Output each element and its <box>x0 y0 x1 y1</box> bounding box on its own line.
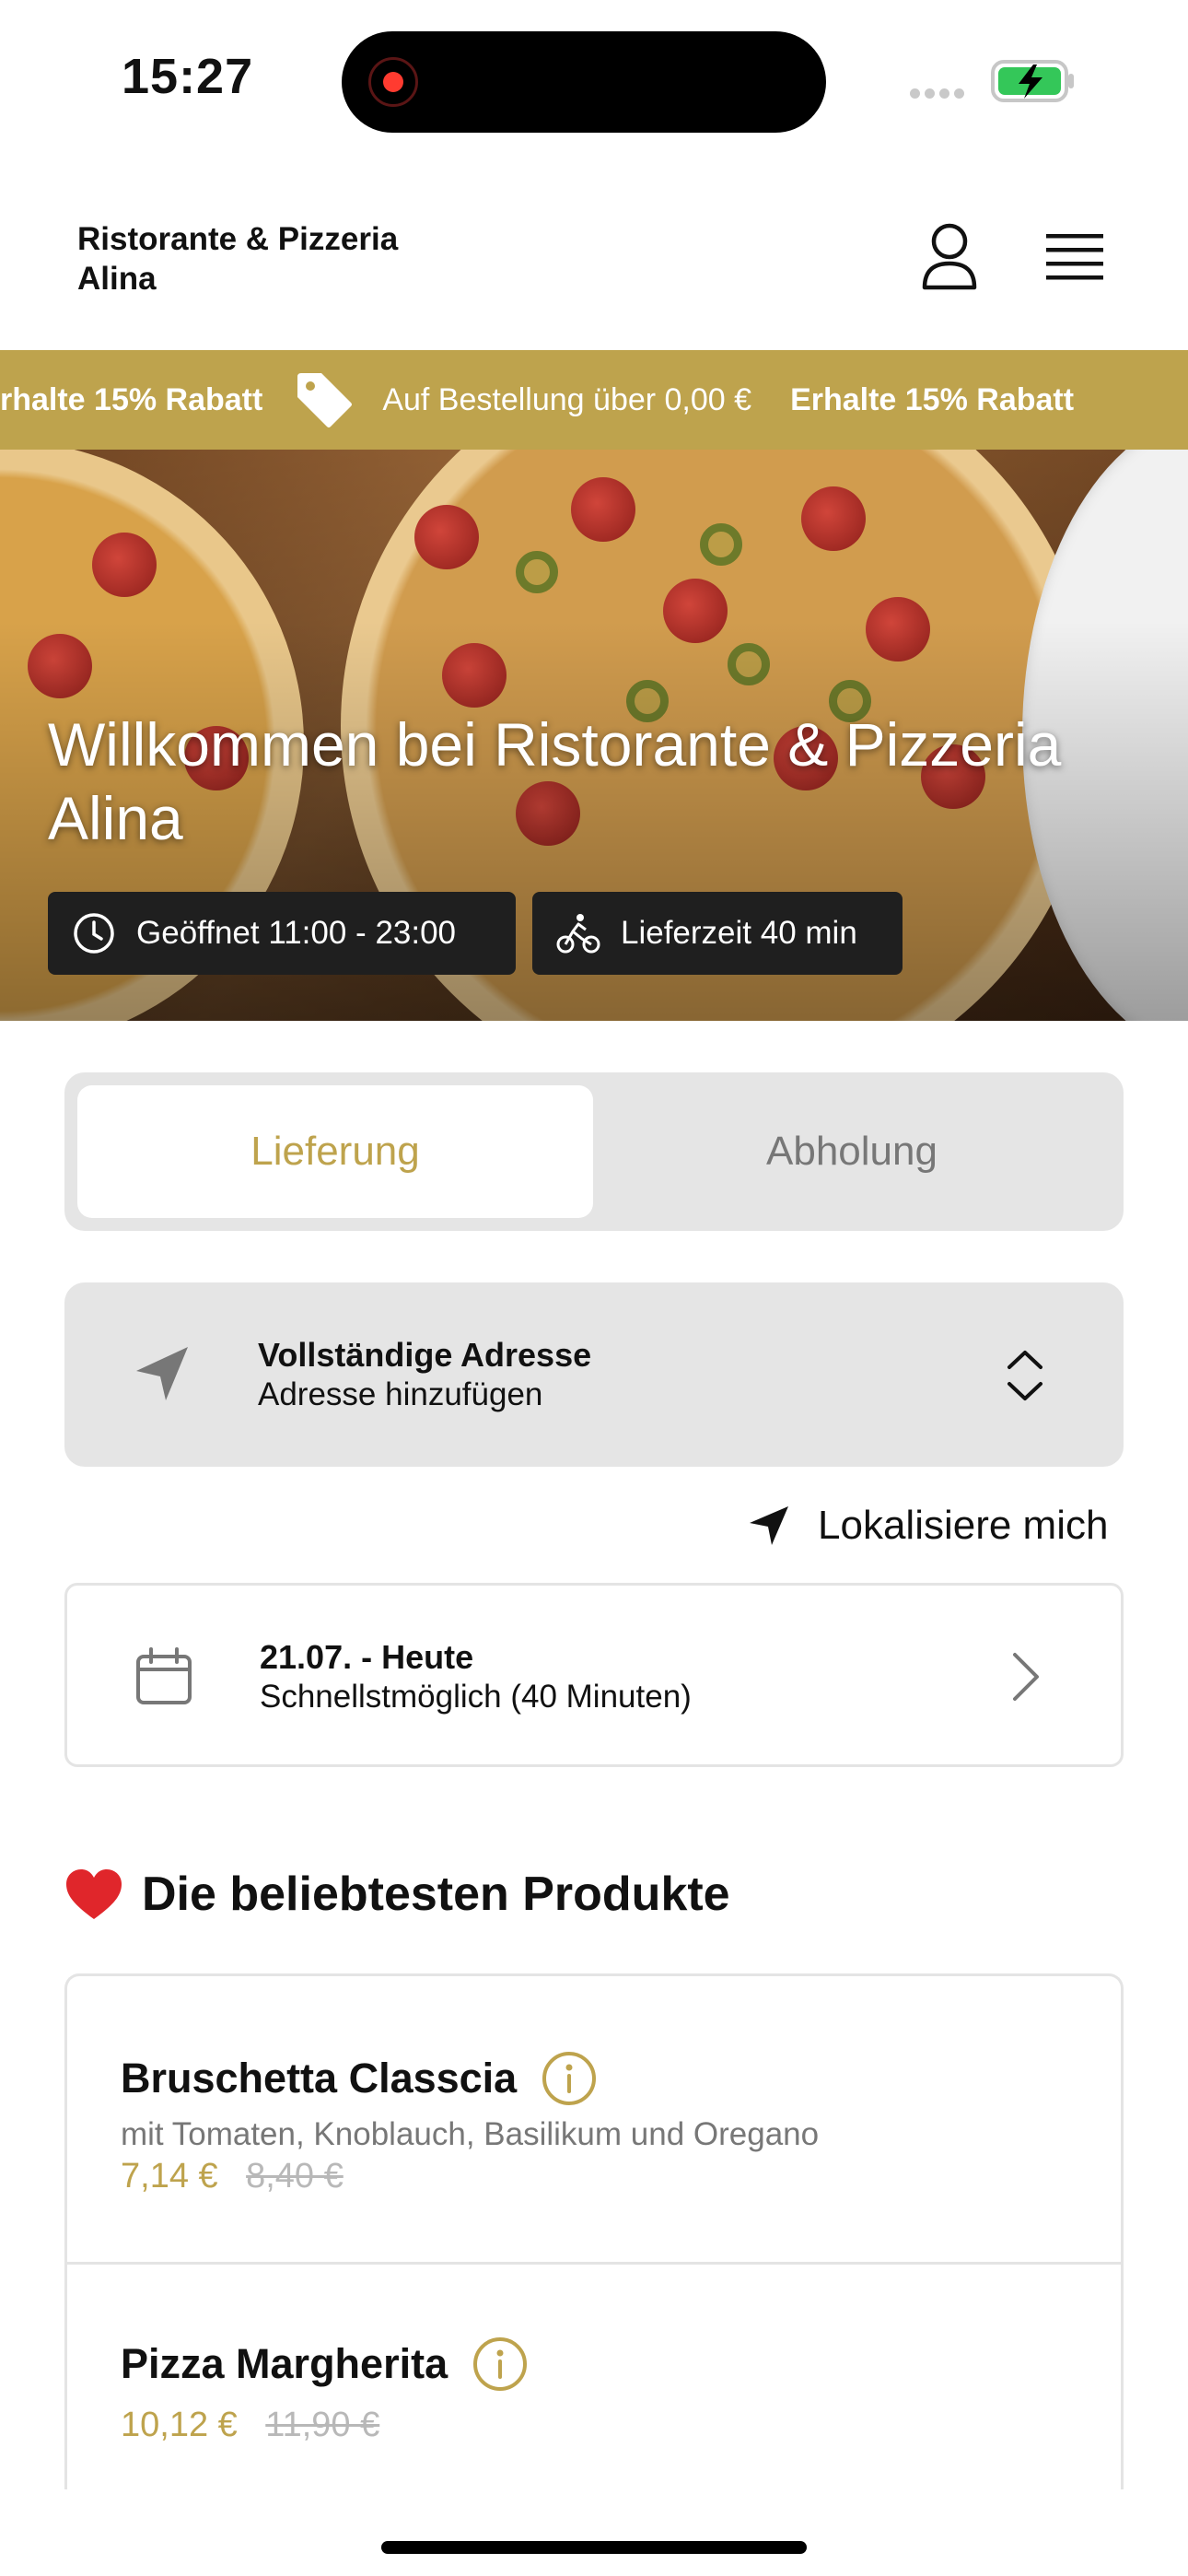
promo-discount-text: rhalte 15% Rabatt <box>0 381 263 417</box>
promo-discount-text-repeat: Erhalte 15% Rabatt <box>790 381 1075 417</box>
price-tag-icon <box>297 373 353 427</box>
bicycle-courier-icon <box>556 914 600 954</box>
popular-products-heading: Die beliebtesten Produkte <box>64 1867 730 1922</box>
address-selector[interactable] <box>64 1282 1124 1467</box>
locate-me-label: Lokalisiere mich <box>818 1503 1109 1548</box>
location-arrow-icon <box>136 1347 188 1400</box>
heart-icon <box>66 1869 122 1919</box>
product-name-row: Bruschetta Classcia <box>121 2050 819 2107</box>
info-icon[interactable] <box>541 2050 598 2107</box>
hamburger-menu-icon[interactable] <box>1044 232 1105 284</box>
promo-condition-text: Auf Bestellung über 0,00 € <box>382 381 752 417</box>
hero-title: Willkommen bei Ristorante & Pizzeria Ali… <box>48 710 1062 852</box>
product-price: 10,12 € <box>121 2406 238 2444</box>
product-divider <box>64 2262 1124 2265</box>
schedule-date: 21.07. - Heute <box>260 1638 474 1676</box>
brand-line-2: Alina <box>77 261 157 297</box>
promo-banner: rhalte 15% Rabatt Auf Bestellung über 0,… <box>0 350 1188 450</box>
popular-products-title: Die beliebtesten Produkte <box>142 1868 730 1921</box>
product-item[interactable]: Pizza Margherita 10,12 € 11,90 € <box>121 2336 529 2445</box>
delivery-time-selector[interactable] <box>64 1583 1124 1767</box>
product-name: Pizza Margherita <box>121 2340 448 2387</box>
chevron-up-down-icon <box>1007 1351 1042 1400</box>
navigation-arrow-icon <box>750 1506 788 1545</box>
product-name-row: Pizza Margherita <box>121 2336 529 2393</box>
battery-charging-icon <box>991 60 1074 102</box>
tab-pickup[interactable]: Abholung <box>593 1085 1111 1218</box>
home-indicator[interactable] <box>381 2541 807 2554</box>
recording-indicator-icon <box>368 57 418 107</box>
delivery-time-badge: Lieferzeit 40 min <box>532 892 903 975</box>
opening-hours-text: Geöffnet 11:00 - 23:00 <box>136 915 457 951</box>
user-account-icon[interactable] <box>919 221 980 291</box>
tab-delivery[interactable]: Lieferung <box>77 1085 593 1218</box>
product-price-row: 7,14 € 8,40 € <box>121 2157 819 2196</box>
address-title: Vollständige Adresse <box>258 1336 592 1374</box>
product-name: Bruschetta Classcia <box>121 2055 518 2102</box>
product-price-row: 10,12 € 11,90 € <box>121 2406 529 2445</box>
opening-hours-badge: Geöffnet 11:00 - 23:00 <box>48 892 516 975</box>
product-item[interactable]: Bruschetta Classcia mit Tomaten, Knoblau… <box>121 2050 819 2196</box>
product-price: 7,14 € <box>121 2157 218 2195</box>
calendar-icon <box>136 1647 192 1704</box>
brand-line-1: Ristorante & Pizzeria <box>77 221 399 257</box>
clock-icon <box>74 913 114 954</box>
product-list: Bruschetta Classcia mit Tomaten, Knoblau… <box>64 1973 1124 2489</box>
address-subtitle: Adresse hinzufügen <box>258 1376 543 1412</box>
delivery-time-text: Lieferzeit 40 min <box>621 915 857 951</box>
hero-banner: Willkommen bei Ristorante & Pizzeria Ali… <box>0 450 1188 1021</box>
product-old-price: 8,40 € <box>246 2157 344 2195</box>
signal-icon <box>910 87 974 99</box>
restaurant-name[interactable]: Ristorante & Pizzeria Alina <box>77 219 464 299</box>
chevron-right-icon <box>1013 1653 1039 1701</box>
info-icon[interactable] <box>472 2336 529 2393</box>
status-time: 15:27 <box>122 49 254 104</box>
product-description: mit Tomaten, Knoblauch, Basilikum und Or… <box>121 2116 820 2152</box>
product-old-price: 11,90 € <box>265 2406 380 2444</box>
locate-me-button[interactable]: Lokalisiere mich <box>748 1500 1108 1551</box>
schedule-time: Schnellstmöglich (40 Minuten) <box>260 1679 692 1715</box>
